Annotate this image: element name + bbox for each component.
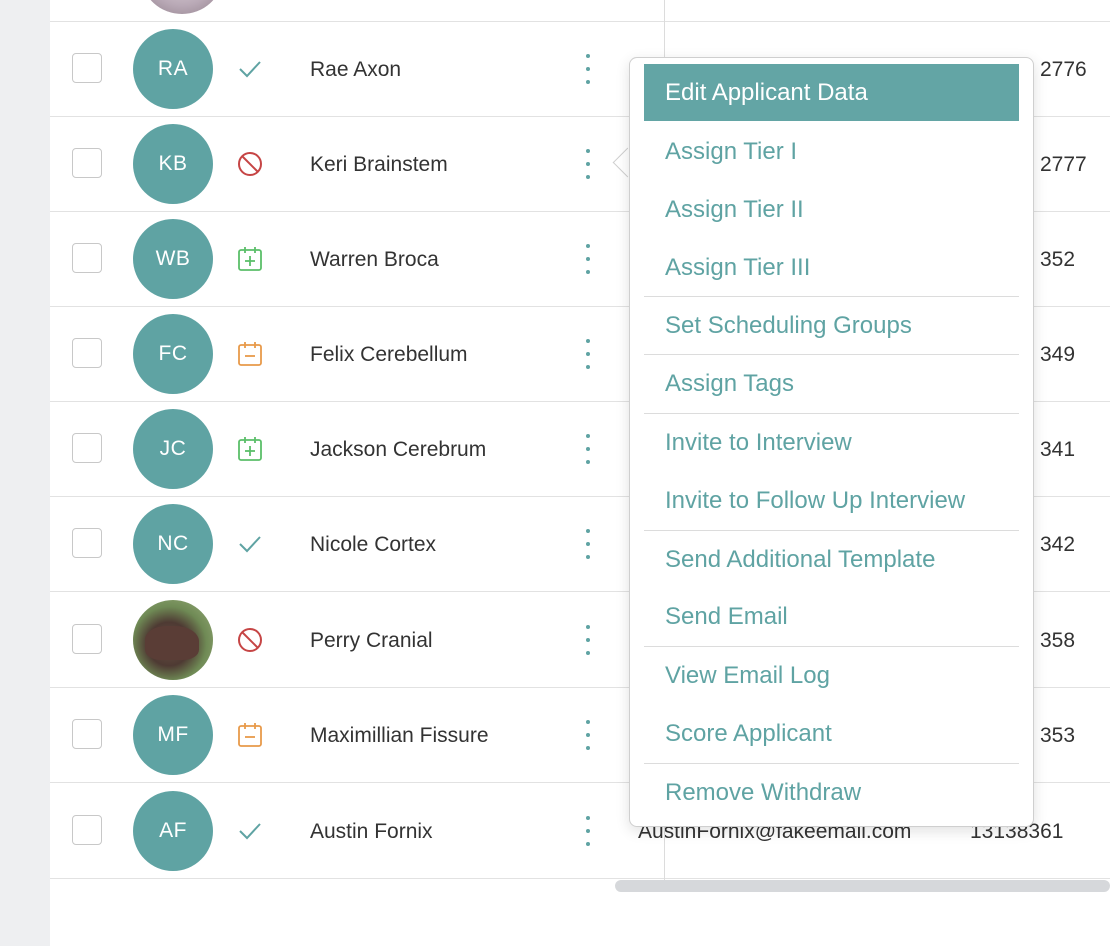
- applicant-name[interactable]: Jackson Cerebrum: [310, 402, 486, 497]
- row-checkbox[interactable]: [72, 338, 102, 368]
- menu-item-invite-to-interview[interactable]: Invite to Interview: [644, 414, 1019, 472]
- photo-subject: [145, 626, 199, 660]
- avatar: AF: [133, 791, 213, 871]
- applicant-name[interactable]: Rae Axon: [310, 22, 401, 117]
- row-checkbox[interactable]: [72, 53, 102, 83]
- avatar: FC: [133, 314, 213, 394]
- applicant-name[interactable]: Austin Fornix: [310, 784, 433, 879]
- menu-item-invite-follow-up-interview[interactable]: Invite to Follow Up Interview: [644, 472, 1019, 530]
- check-icon: [239, 536, 261, 553]
- row-checkbox[interactable]: [72, 243, 102, 273]
- row-checkbox[interactable]: [72, 624, 102, 654]
- applicant-name[interactable]: Felix Cerebellum: [310, 307, 468, 402]
- menu-item-send-email[interactable]: Send Email: [644, 588, 1019, 646]
- row-checkbox[interactable]: [72, 528, 102, 558]
- avatar: WB: [133, 219, 213, 299]
- more-options-icon[interactable]: [582, 54, 594, 84]
- phone-cell: 342: [1040, 533, 1076, 556]
- check-icon: [239, 61, 261, 78]
- blocked-icon: [238, 628, 262, 652]
- applicant-name[interactable]: Perry Cranial: [310, 593, 433, 688]
- phone-cell: 341: [1040, 438, 1076, 461]
- phone-cell: 353: [1040, 724, 1076, 747]
- applicant-name[interactable]: Keri Brainstem: [310, 117, 448, 212]
- avatar: RA: [133, 29, 213, 109]
- avatar: JC: [133, 409, 213, 489]
- applicant-name[interactable]: Nicole Cortex: [310, 497, 436, 592]
- menu-item-assign-tags[interactable]: Assign Tags: [644, 355, 1019, 413]
- menu-item-send-additional-template[interactable]: Send Additional Template: [644, 531, 1019, 588]
- horizontal-scrollbar[interactable]: [615, 880, 1110, 892]
- calendar-remove-icon: [238, 723, 262, 747]
- row-checkbox[interactable]: [72, 719, 102, 749]
- menu-item-assign-tier-2[interactable]: Assign Tier II: [644, 181, 1019, 239]
- phone-cell: 2777: [1040, 153, 1087, 176]
- avatar: [142, 0, 222, 14]
- avatar: KB: [133, 124, 213, 204]
- menu-item-view-email-log[interactable]: View Email Log: [644, 647, 1019, 705]
- applicant-name[interactable]: Maximillian Fissure: [310, 688, 489, 783]
- applicant-actions-menu: Edit Applicant Data Assign Tier I Assign…: [629, 57, 1034, 827]
- row-checkbox[interactable]: [72, 815, 102, 845]
- more-options-icon[interactable]: [582, 816, 594, 846]
- more-options-icon[interactable]: [582, 625, 594, 655]
- left-rail: [0, 0, 50, 946]
- more-options-icon[interactable]: [582, 529, 594, 559]
- menu-item-edit-applicant-data[interactable]: Edit Applicant Data: [644, 64, 1019, 121]
- more-options-icon[interactable]: [582, 720, 594, 750]
- more-options-icon[interactable]: [582, 244, 594, 274]
- phone-cell: 349: [1040, 343, 1076, 366]
- row-checkbox[interactable]: [72, 433, 102, 463]
- menu-item-set-scheduling-groups[interactable]: Set Scheduling Groups: [644, 297, 1019, 354]
- phone-cell: 352: [1040, 248, 1076, 271]
- calendar-remove-icon: [238, 342, 262, 366]
- calendar-add-icon: [238, 247, 262, 271]
- menu-item-assign-tier-1[interactable]: Assign Tier I: [644, 123, 1019, 181]
- table-row-partial: [50, 0, 1110, 22]
- more-options-icon[interactable]: [582, 339, 594, 369]
- menu-item-assign-tier-3[interactable]: Assign Tier III: [644, 239, 1019, 296]
- menu-item-score-applicant[interactable]: Score Applicant: [644, 705, 1019, 763]
- applicant-name[interactable]: Warren Broca: [310, 212, 439, 307]
- more-options-icon[interactable]: [582, 434, 594, 464]
- more-options-icon[interactable]: [582, 149, 594, 179]
- check-icon: [239, 823, 261, 840]
- phone-cell: 2776: [1040, 58, 1087, 81]
- avatar-photo: [133, 600, 213, 680]
- row-checkbox[interactable]: [72, 148, 102, 178]
- menu-item-remove-withdraw[interactable]: Remove Withdraw: [644, 764, 1019, 821]
- blocked-icon: [238, 152, 262, 176]
- calendar-add-icon: [238, 437, 262, 461]
- avatar: NC: [133, 504, 213, 584]
- phone-cell: 358: [1040, 629, 1076, 652]
- avatar: MF: [133, 695, 213, 775]
